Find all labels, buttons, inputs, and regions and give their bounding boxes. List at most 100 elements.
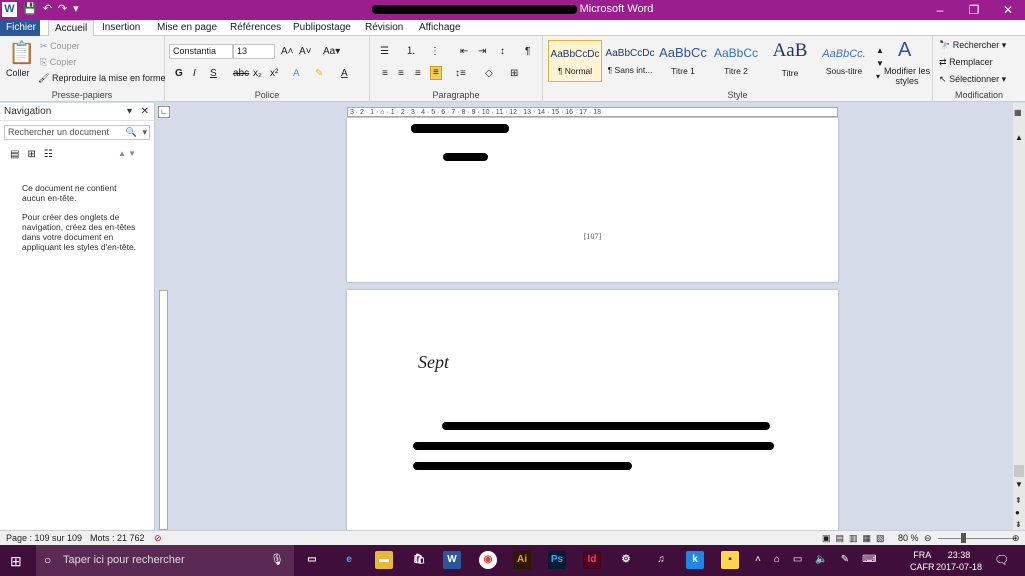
pages-view-icon[interactable]: ⊞ xyxy=(27,149,35,160)
search-icon[interactable]: 🔍 xyxy=(126,126,137,139)
modify-styles-icon[interactable]: A xyxy=(898,40,911,60)
results-view-icon[interactable]: ☷ xyxy=(44,149,53,160)
bold-icon[interactable]: G xyxy=(175,68,183,80)
tab-file[interactable]: Fichier xyxy=(0,20,40,36)
notifications-icon[interactable]: 🗨 xyxy=(994,553,1009,567)
word-count[interactable]: Mots : 21 762 xyxy=(90,531,145,545)
sort-icon[interactable]: ↕ xyxy=(500,46,505,58)
chrome-icon[interactable]: ◉ xyxy=(479,551,497,569)
replace-button[interactable]: ⇄ Remplacer xyxy=(939,57,993,68)
file-explorer-icon[interactable]: ▬ xyxy=(375,551,393,569)
text-effects-icon[interactable]: A xyxy=(293,68,300,80)
proofing-icon[interactable]: ⊘ xyxy=(154,531,162,545)
find-button[interactable]: 🔭 Rechercher ▾ xyxy=(939,40,1006,51)
multilevel-list-icon[interactable]: ⋮ xyxy=(430,46,440,58)
zoom-level[interactable]: 80 % xyxy=(898,531,919,545)
store-icon[interactable]: 🛍 xyxy=(410,551,428,569)
style-no-spacing[interactable]: AaBbCcDc ¶ Sans int... xyxy=(603,40,657,82)
indesign-icon[interactable]: Id xyxy=(583,551,601,569)
pilcrow-icon[interactable]: ¶ xyxy=(525,46,530,58)
page-current[interactable]: Sept xyxy=(347,290,838,530)
shrink-font-icon[interactable]: A˅ xyxy=(299,46,312,58)
scroll-thumb[interactable] xyxy=(1014,465,1024,477)
highlight-icon[interactable]: ✎ xyxy=(315,68,323,80)
line-spacing-icon[interactable]: ↕≡ xyxy=(455,68,466,80)
page-previous[interactable]: [107] xyxy=(347,118,838,282)
tab-layout[interactable]: Mise en page xyxy=(151,20,223,36)
chevron-down-icon[interactable]: ▾ xyxy=(127,103,132,121)
tab-view[interactable]: Affichage xyxy=(413,20,467,36)
navigation-search-input[interactable]: Rechercher un document 🔍 ▾ xyxy=(4,125,150,140)
select-button[interactable]: ↖ Sélectionner ▾ xyxy=(939,74,1006,85)
strikethrough-icon[interactable]: abc xyxy=(233,68,249,80)
browse-object-icon[interactable]: ⇞ ● ⇟ xyxy=(1015,495,1022,531)
justify-icon[interactable]: ≡ xyxy=(430,66,442,80)
ruler-toggle-icon[interactable]: ▦ xyxy=(1014,108,1022,117)
system-tray-icons[interactable]: ˄⌂▭🔈✎⌨ xyxy=(755,554,890,565)
tab-references[interactable]: Références xyxy=(224,20,287,36)
tab-review[interactable]: Révision xyxy=(359,20,409,36)
style-normal[interactable]: AaBbCcDc ¶ Normal xyxy=(548,40,602,82)
zoom-slider-thumb[interactable] xyxy=(961,533,966,543)
format-painter-button[interactable]: 🖌 Reproduire la mise en forme xyxy=(38,73,166,84)
photoshop-icon[interactable]: Ps xyxy=(548,551,566,569)
shading-icon[interactable]: ◇ xyxy=(485,68,493,80)
illustrator-icon[interactable]: Ai xyxy=(513,551,531,569)
style-title[interactable]: AaB Titre xyxy=(763,40,817,82)
page-count[interactable]: Page : 109 sur 109 xyxy=(6,531,82,545)
bullets-icon[interactable]: ☰ xyxy=(380,46,389,58)
vertical-scrollbar[interactable]: ▦ ▲ ▼ ⇞ ● ⇟ xyxy=(1013,103,1025,530)
grow-font-icon[interactable]: A˄ xyxy=(281,46,294,58)
font-size-select[interactable]: 13 xyxy=(233,44,275,59)
change-case-icon[interactable]: Aa▾ xyxy=(323,46,340,58)
taskbar-search-box[interactable]: ○ Taper ici pour rechercher 🎙 xyxy=(36,545,294,576)
tab-home[interactable]: Accueil xyxy=(48,20,95,37)
edge-icon[interactable]: e xyxy=(340,551,358,569)
align-left-icon[interactable]: ≡ xyxy=(382,68,388,80)
align-right-icon[interactable]: ≡ xyxy=(415,68,421,80)
steam-icon[interactable]: ⚙ xyxy=(617,551,635,569)
vertical-ruler[interactable] xyxy=(159,290,168,530)
font-color-icon[interactable]: A xyxy=(341,68,348,80)
search-dropdown-icon[interactable]: ▾ xyxy=(142,126,147,139)
horizontal-ruler[interactable]: 3 · 2 · 1 · ⌂ · 1 · 2 · 3 · 4 · 5 · 6 · … xyxy=(347,107,838,117)
word-taskbar-icon[interactable]: W xyxy=(443,551,461,569)
paste-icon[interactable]: 📋 xyxy=(8,41,35,65)
align-center-icon[interactable]: ≡ xyxy=(398,68,404,80)
tab-insert[interactable]: Insertion xyxy=(96,20,146,36)
scroll-up-icon[interactable]: ▲ xyxy=(1015,133,1023,142)
borders-icon[interactable]: ⊞ xyxy=(510,68,518,80)
scroll-down-icon[interactable]: ▼ xyxy=(1015,480,1023,489)
task-view-icon[interactable]: ▭ xyxy=(303,551,321,569)
increase-indent-icon[interactable]: ⇥ xyxy=(478,46,486,58)
itunes-icon[interactable]: ♫ xyxy=(652,551,670,569)
sticky-notes-icon[interactable]: ▪ xyxy=(721,551,739,569)
style-heading-2[interactable]: AaBbCc Titre 2 xyxy=(709,40,763,82)
underline-icon[interactable]: S xyxy=(210,68,217,80)
decrease-indent-icon[interactable]: ⇤ xyxy=(460,46,468,58)
language-indicator[interactable]: FRA CAFR xyxy=(910,549,935,573)
clock[interactable]: 23:38 2017-07-18 xyxy=(936,549,982,573)
numbering-icon[interactable]: ⒈ xyxy=(406,46,416,58)
font-name-select[interactable]: Constantia xyxy=(169,44,233,59)
minimize-button[interactable]: – xyxy=(923,0,957,20)
zoom-slider[interactable] xyxy=(938,538,1016,539)
close-icon[interactable]: ✕ xyxy=(141,103,149,121)
zoom-in-icon[interactable]: ⊕ xyxy=(1012,531,1020,545)
paste-button[interactable]: Coller xyxy=(6,68,30,78)
superscript-icon[interactable]: x² xyxy=(270,68,278,80)
zoom-out-icon[interactable]: ⊖ xyxy=(924,531,932,545)
italic-icon[interactable]: I xyxy=(193,68,196,80)
subscript-icon[interactable]: x₂ xyxy=(253,68,262,80)
nav-prev-next-icon[interactable]: ▲ ▼ xyxy=(118,149,136,158)
close-button[interactable]: ✕ xyxy=(991,0,1025,20)
cut-button[interactable]: ✂ Couper xyxy=(40,41,80,52)
copy-button[interactable]: ⎘ Copier xyxy=(40,57,76,68)
kobo-icon[interactable]: k xyxy=(686,551,704,569)
style-subtitle[interactable]: AaBbCc. Sous-titre xyxy=(817,40,871,82)
view-buttons-icon[interactable]: ▣▤▥▦▧ xyxy=(822,531,890,545)
tab-mailings[interactable]: Publipostage xyxy=(287,20,357,36)
modify-styles-button[interactable]: Modifier les styles xyxy=(883,66,931,86)
style-heading-1[interactable]: AaBbCc Titre 1 xyxy=(656,40,710,82)
windows-start-icon[interactable]: ⊞ xyxy=(10,553,22,570)
